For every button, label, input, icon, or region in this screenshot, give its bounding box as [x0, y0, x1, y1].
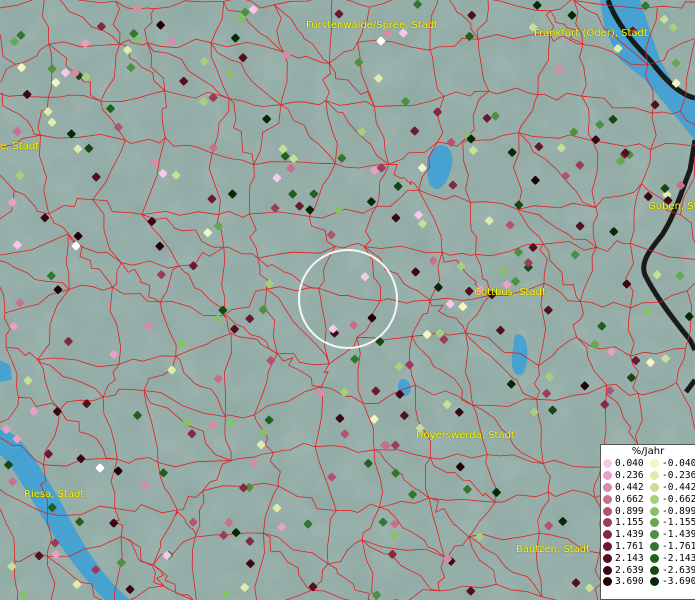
legend-value: -0.236 [662, 470, 695, 482]
legend-entry: 0.662 [601, 494, 648, 505]
legend-value: 2.143 [615, 552, 644, 564]
legend-value: -3.690 [662, 576, 695, 588]
legend-value: 0.236 [615, 470, 644, 482]
legend-swatch [650, 518, 659, 528]
legend-swatch [603, 482, 612, 492]
legend-value: -0.899 [662, 505, 695, 517]
map-view[interactable]: Fürstenwalde/Spree, Stadt Frankfurt (Oder… [0, 0, 695, 600]
legend-value: -2.143 [662, 552, 695, 564]
legend-row: 1.155 -1.155 [601, 517, 695, 529]
legend-entry: -2.143 [648, 553, 695, 564]
legend: %/Jahr 0.040 -0.040 0.236 -0.236 0.442 -0.442… [600, 444, 695, 600]
legend-entry: -1.155 [648, 517, 695, 528]
legend-value: -0.662 [662, 493, 695, 505]
legend-swatch [603, 541, 612, 551]
legend-value: -1.761 [662, 540, 695, 552]
legend-entry: -0.662 [648, 494, 695, 505]
legend-row: 1.761 -1.761 [601, 541, 695, 553]
legend-value: -1.439 [662, 529, 695, 541]
legend-value: 3.690 [615, 576, 644, 588]
legend-value: 0.040 [615, 458, 644, 470]
legend-swatch [603, 494, 612, 504]
legend-entry: -3.690 [648, 576, 695, 587]
legend-swatch [650, 541, 659, 551]
legend-entry: 0.442 [601, 482, 648, 493]
legend-value: 2.639 [615, 564, 644, 576]
legend-swatch [650, 494, 659, 504]
legend-entry: -0.899 [648, 506, 695, 517]
legend-swatch [650, 482, 659, 492]
legend-entry: -1.761 [648, 541, 695, 552]
legend-value: 1.761 [615, 540, 644, 552]
legend-entry: 0.040 [601, 458, 648, 469]
legend-row: 2.639 -2.639 [601, 564, 695, 576]
legend-swatch [603, 471, 612, 481]
legend-value: 0.442 [615, 481, 644, 493]
legend-entry: -0.236 [648, 470, 695, 481]
legend-rows: 0.040 -0.040 0.236 -0.236 0.442 -0.442 0.662 -0… [601, 458, 695, 588]
legend-swatch [650, 506, 659, 516]
legend-value: -0.040 [662, 458, 695, 470]
legend-swatch [650, 530, 659, 540]
legend-swatch [650, 577, 659, 587]
legend-entry: 2.639 [601, 565, 648, 576]
legend-entry: -1.439 [648, 529, 695, 540]
legend-value: 1.155 [615, 517, 644, 529]
legend-swatch [603, 530, 612, 540]
legend-entry: -0.442 [648, 482, 695, 493]
legend-row: 0.236 -0.236 [601, 470, 695, 482]
legend-swatch [603, 518, 612, 528]
city-label: Fürstenwalde/Spree, Stadt [306, 20, 439, 31]
legend-entry: -2.639 [648, 565, 695, 576]
legend-swatch [603, 565, 612, 575]
legend-entry: 2.143 [601, 553, 648, 564]
city-label: Frankfurt (Oder), Stadt [534, 28, 648, 39]
legend-entry: 0.236 [601, 470, 648, 481]
legend-entry: 1.761 [601, 541, 648, 552]
legend-swatch [650, 471, 659, 481]
legend-title: %/Jahr [631, 446, 665, 457]
city-label: Guben, St [648, 201, 695, 212]
legend-swatch [650, 459, 659, 469]
legend-swatch [603, 577, 612, 587]
legend-swatch [603, 553, 612, 563]
legend-swatch [650, 565, 659, 575]
legend-row: 1.439 -1.439 [601, 529, 695, 541]
legend-row: 0.040 -0.040 [601, 458, 695, 470]
legend-value: -2.639 [662, 564, 695, 576]
legend-value: 0.899 [615, 505, 644, 517]
legend-row: 0.899 -0.899 [601, 505, 695, 517]
legend-swatch [603, 459, 612, 469]
legend-swatch [650, 553, 659, 563]
legend-row: 0.662 -0.662 [601, 493, 695, 505]
legend-value: -0.442 [662, 481, 695, 493]
legend-entry: 0.899 [601, 506, 648, 517]
city-label: Cottbus, Stadt [474, 287, 546, 298]
city-label: Hoyerswerda, Stadt [416, 430, 515, 441]
legend-row: 0.442 -0.442 [601, 482, 695, 494]
city-label: Riesa, Stadt [24, 489, 85, 500]
legend-row: 2.143 -2.143 [601, 552, 695, 564]
legend-row: 3.690 -3.690 [601, 576, 695, 588]
legend-value: -1.155 [662, 517, 695, 529]
legend-entry: -0.040 [648, 458, 695, 469]
city-label: e, Stadt [0, 141, 40, 152]
legend-entry: 3.690 [601, 576, 648, 587]
legend-value: 1.439 [615, 529, 644, 541]
legend-value: 0.662 [615, 493, 644, 505]
legend-entry: 1.155 [601, 517, 648, 528]
selection-ring[interactable] [298, 249, 398, 349]
legend-swatch [603, 506, 612, 516]
legend-entry: 1.439 [601, 529, 648, 540]
city-label: Bautzen, Stadt [516, 544, 591, 555]
